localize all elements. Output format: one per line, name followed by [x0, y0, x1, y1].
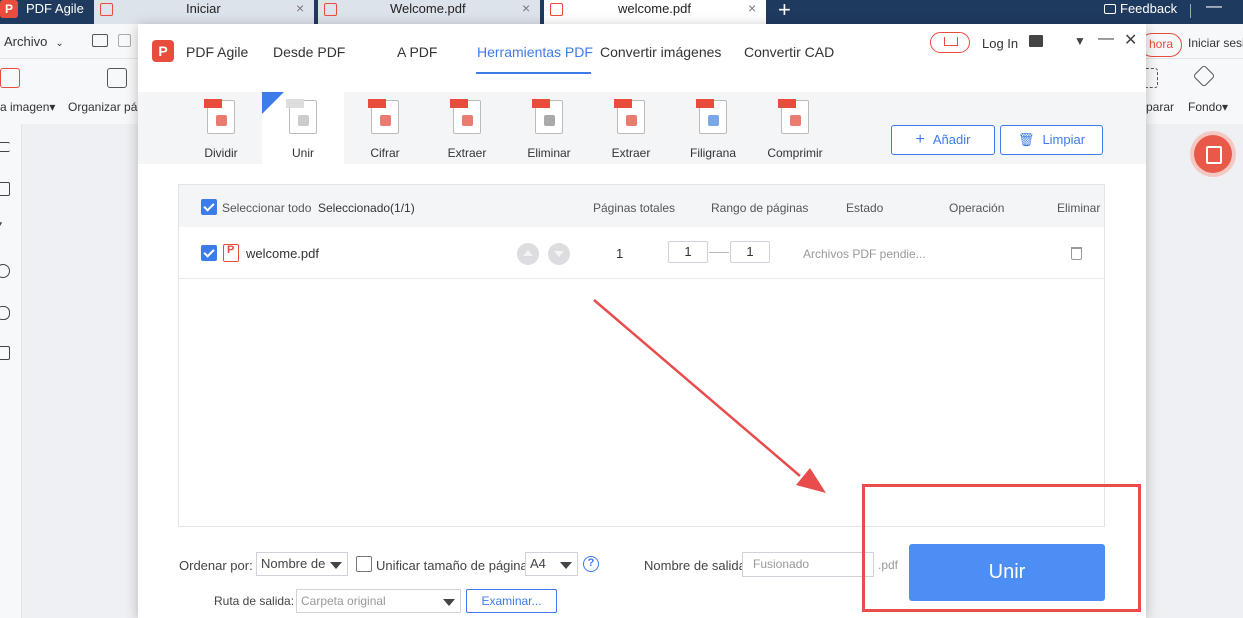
annotation-highlight-box: [862, 484, 1141, 612]
annotation-arrow-line: [593, 299, 801, 477]
annotation-arrow-head: [796, 468, 826, 493]
